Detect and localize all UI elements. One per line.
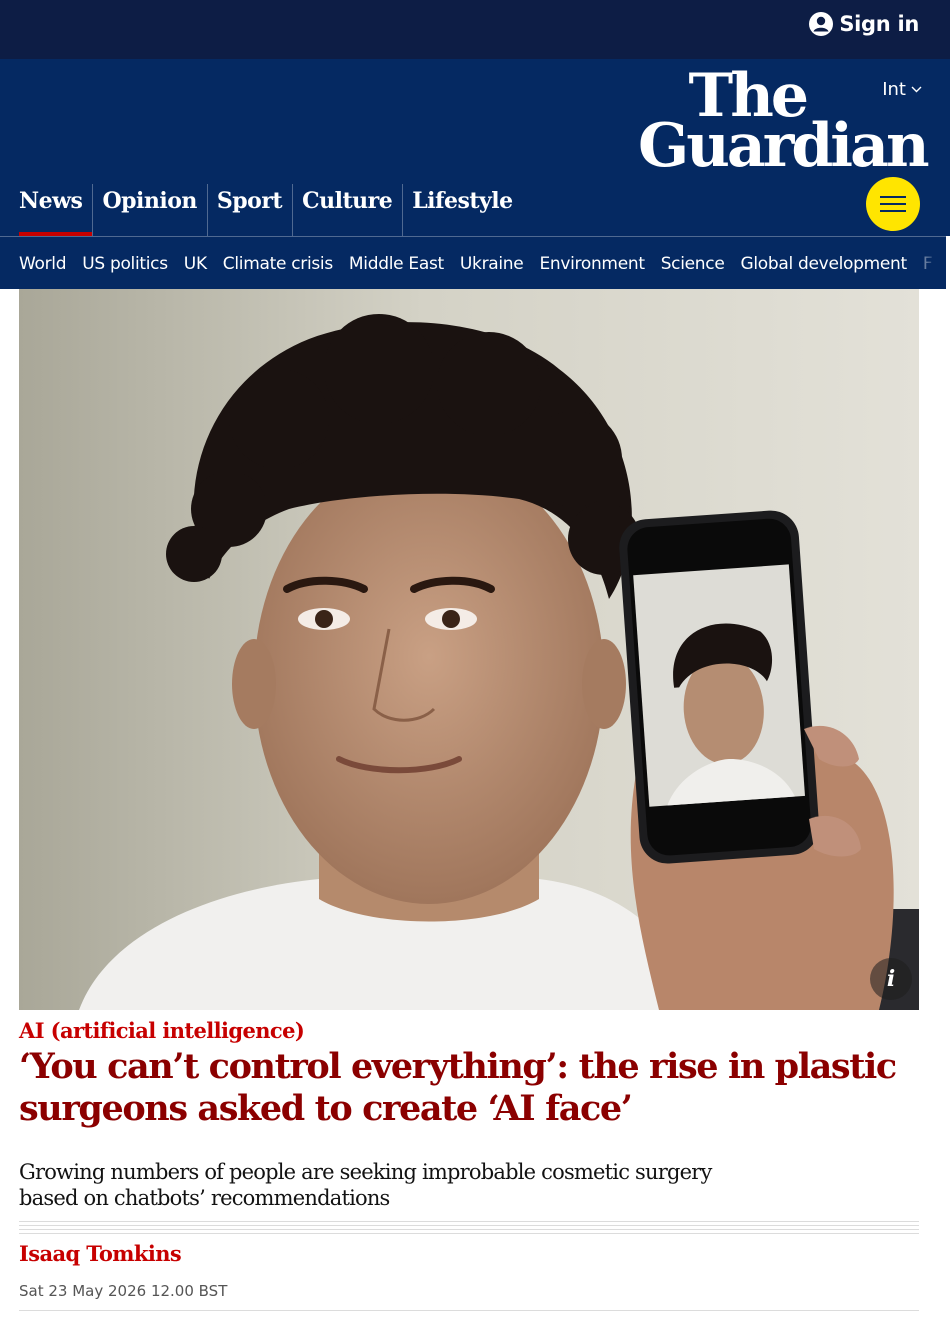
- subnav-world[interactable]: World: [19, 254, 67, 274]
- logo-line-2: Guardian: [638, 111, 930, 182]
- section-divider: [19, 1221, 919, 1237]
- hamburger-icon-bar: [880, 196, 906, 198]
- hamburger-icon-bar: [880, 203, 906, 205]
- subnav-science[interactable]: Science: [661, 254, 725, 274]
- subnav-uk[interactable]: UK: [184, 254, 207, 274]
- pillar-opinion[interactable]: Opinion: [92, 184, 206, 236]
- hamburger-icon-bar: [880, 210, 906, 212]
- sign-in-label: Sign in: [839, 12, 919, 36]
- account-icon: [809, 12, 834, 36]
- subnav-environment[interactable]: Environment: [539, 254, 645, 274]
- subnav-ukraine[interactable]: Ukraine: [460, 254, 524, 274]
- subnav-us-politics[interactable]: US politics: [82, 254, 168, 274]
- menu-button[interactable]: [866, 177, 920, 231]
- pillar-culture[interactable]: Culture: [292, 184, 402, 236]
- article-standfirst: Growing numbers of people are seeking im…: [19, 1160, 712, 1210]
- pillar-nav: News Opinion Sport Culture Lifestyle: [0, 184, 523, 236]
- author-byline[interactable]: Isaaq Tomkins: [19, 1241, 182, 1266]
- subnav-global-development[interactable]: Global development: [741, 254, 908, 274]
- guardian-logo[interactable]: The Guardian: [638, 66, 930, 182]
- pillar-news[interactable]: News: [0, 184, 93, 236]
- hero-illustration: [19, 289, 919, 1010]
- subnav-climate-crisis[interactable]: Climate crisis: [223, 254, 333, 274]
- hero-image[interactable]: [19, 289, 919, 1010]
- sign-in-link[interactable]: Sign in: [809, 12, 919, 36]
- top-bar: Sign in: [0, 0, 950, 59]
- pillar-lifestyle[interactable]: Lifestyle: [402, 184, 522, 236]
- subnav-middle-east[interactable]: Middle East: [349, 254, 444, 274]
- publish-date: Sat 23 May 2026 12.00 BST: [19, 1282, 228, 1300]
- pillar-sport[interactable]: Sport: [206, 184, 292, 236]
- subnav-fade: [906, 237, 946, 289]
- article-headline: ‘You can’t control everything’: the rise…: [19, 1046, 897, 1129]
- masthead: Int The Guardian News Opinion Sport Cult…: [0, 59, 950, 236]
- sub-nav: World US politics UK Climate crisis Midd…: [0, 236, 946, 289]
- section-kicker[interactable]: AI (artificial intelligence): [19, 1018, 305, 1043]
- image-info-icon[interactable]: i: [870, 958, 912, 1000]
- divider: [19, 1310, 919, 1311]
